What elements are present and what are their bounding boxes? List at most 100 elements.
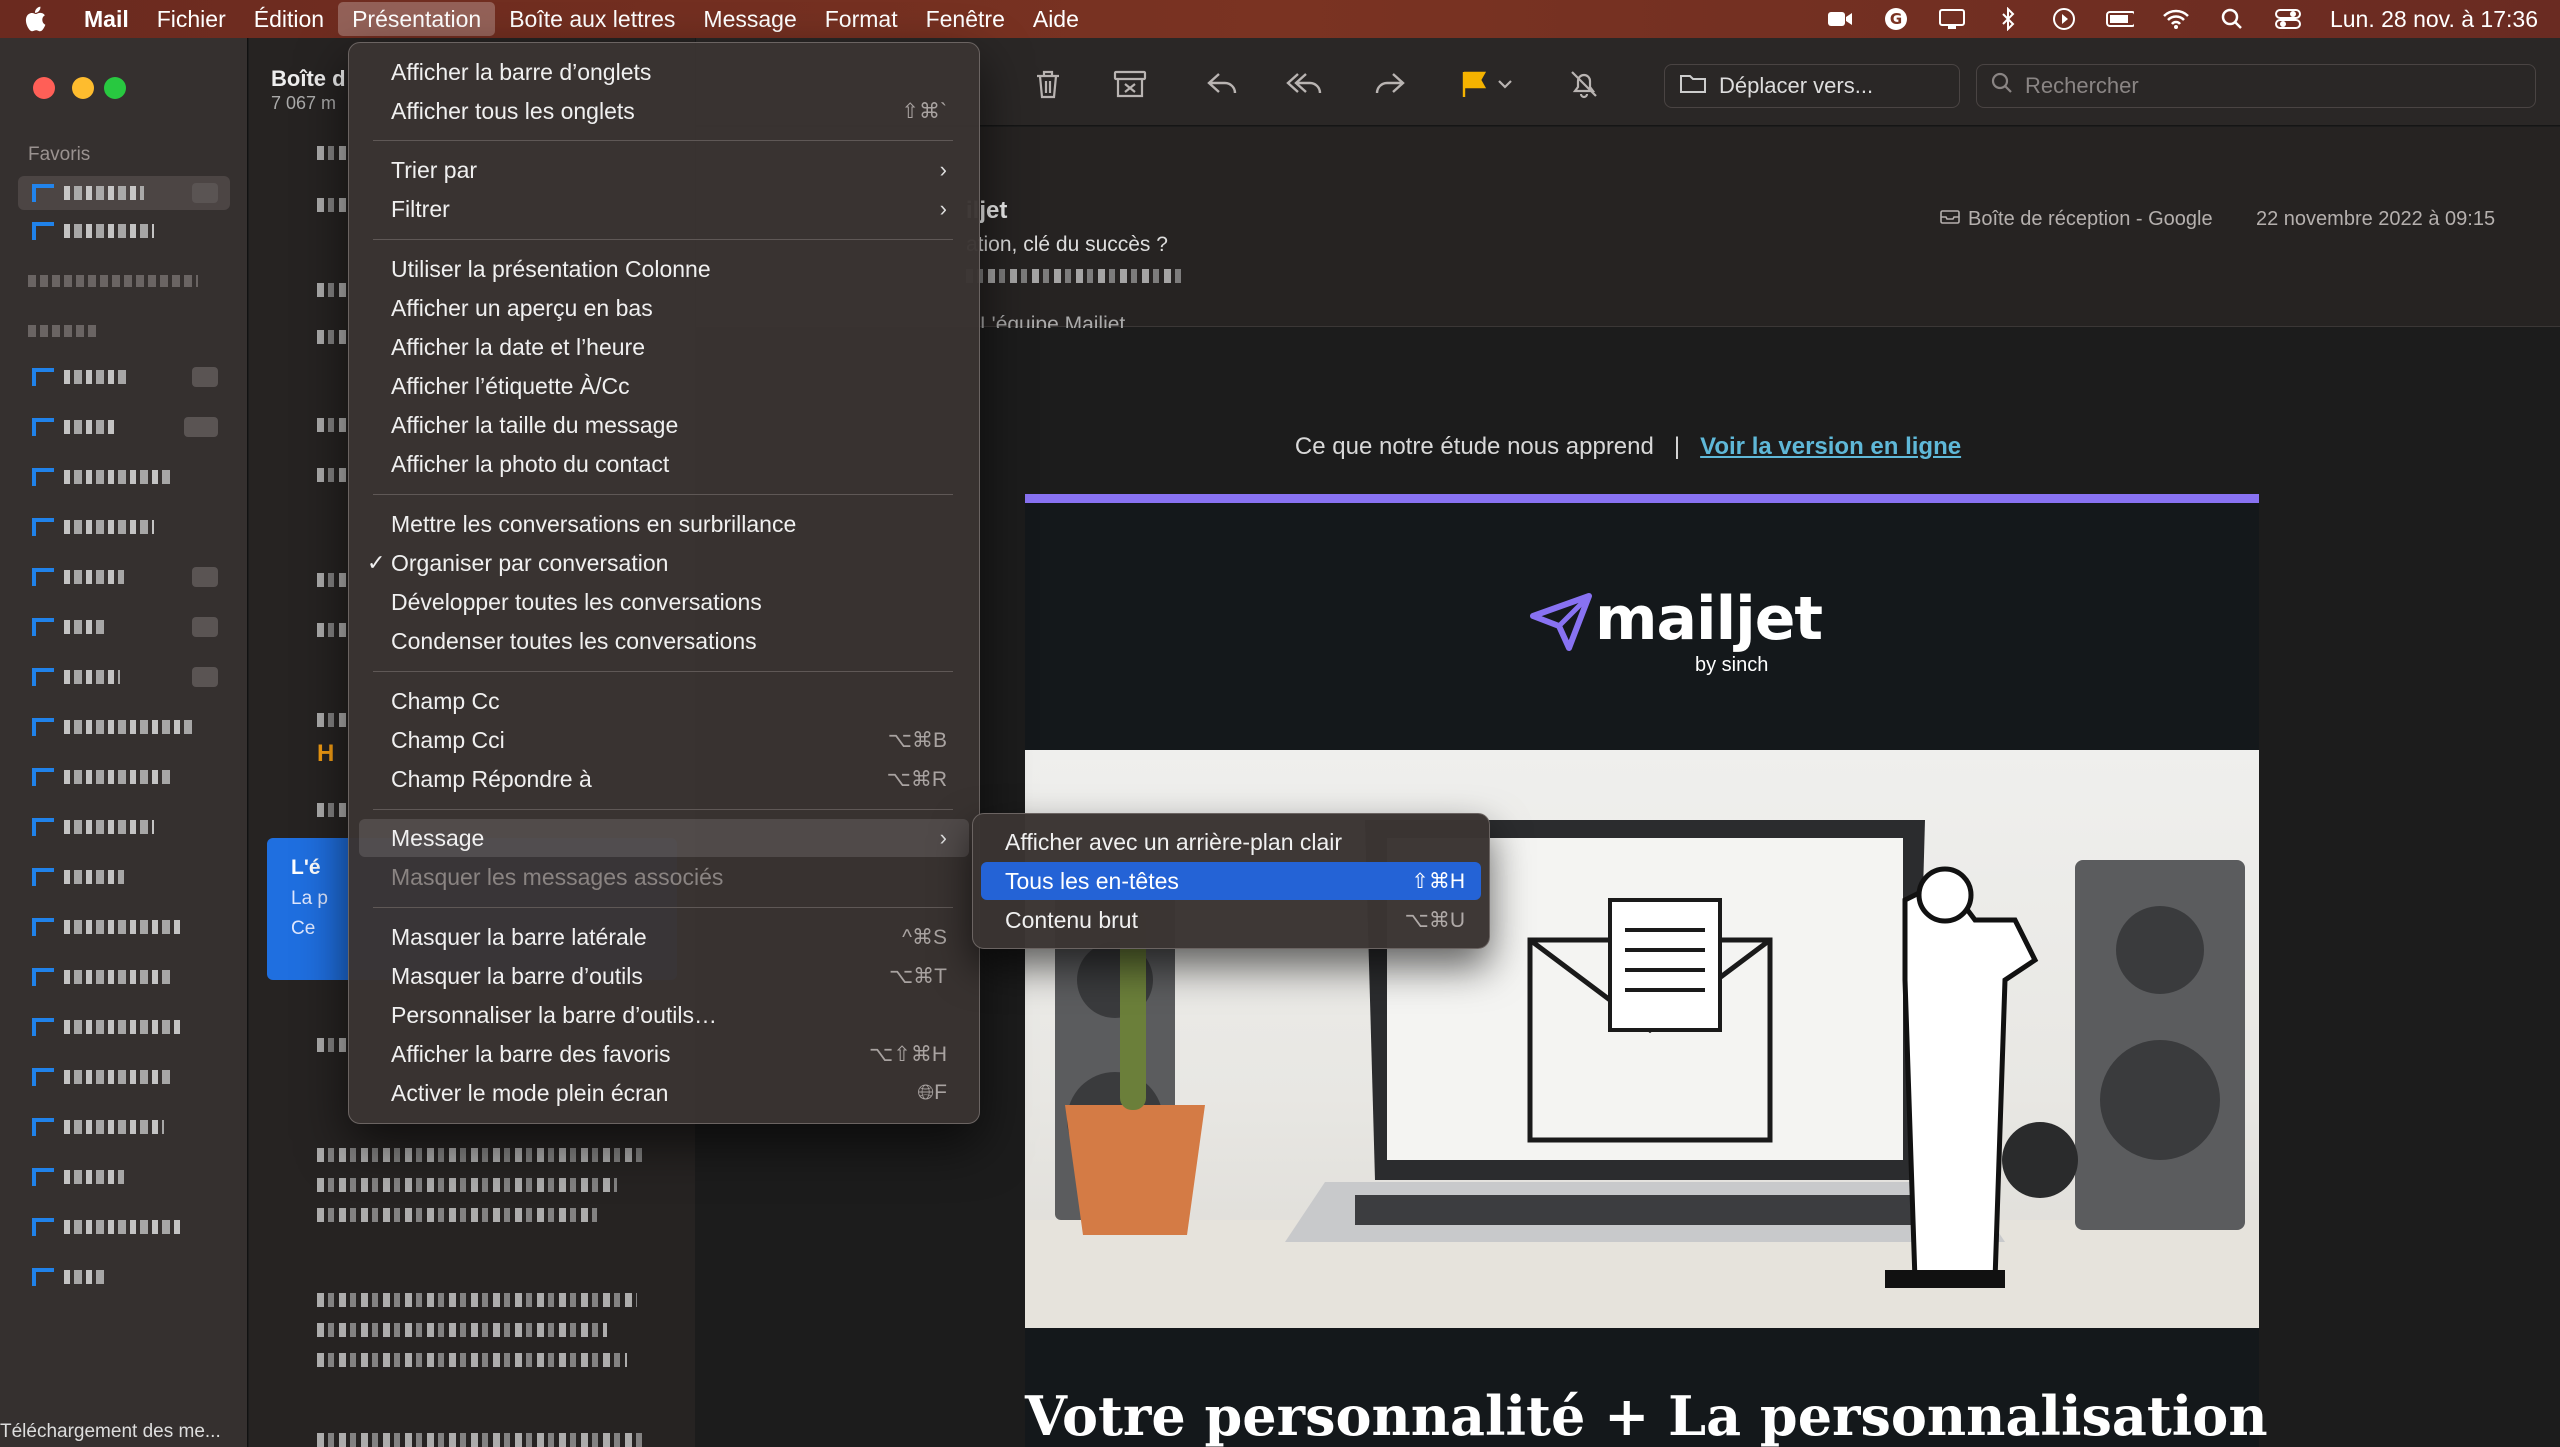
flag-menu-chevron-down-icon[interactable]	[1492, 68, 1518, 100]
menu-item-column-layout[interactable]: Utiliser la présentation Colonne	[359, 250, 969, 288]
battery-icon[interactable]	[2105, 8, 2134, 30]
sidebar-section-header[interactable]	[18, 264, 230, 298]
menu-item-hide-toolbar[interactable]: Masquer la barre d’outils ⌥⌘T	[359, 957, 969, 995]
list-item-blurred[interactable]	[317, 146, 347, 160]
menu-item-show-tab-bar[interactable]: Afficher la barre d’onglets	[359, 53, 969, 91]
play-icon[interactable]	[2050, 8, 2078, 30]
list-item-blurred[interactable]	[317, 1433, 647, 1447]
menu-item-preview-bottom[interactable]: Afficher un aperçu en bas	[359, 289, 969, 327]
sidebar-mailbox[interactable]	[18, 860, 230, 894]
wifi-icon[interactable]	[2162, 8, 2190, 30]
sidebar-mailbox[interactable]	[18, 410, 230, 444]
sidebar-mailbox[interactable]	[18, 710, 230, 744]
view-online-link[interactable]: Voir la version en ligne	[1700, 433, 1961, 460]
close-window-button[interactable]	[33, 77, 55, 99]
sidebar-mailbox[interactable]	[18, 1060, 230, 1094]
sidebar-mailbox[interactable]	[18, 660, 230, 694]
menu-message[interactable]: Message	[689, 0, 810, 38]
mute-bell-icon[interactable]	[1566, 68, 1602, 100]
list-item-blurred[interactable]	[317, 713, 347, 727]
apple-menu-icon[interactable]	[0, 6, 70, 32]
submenu-item-raw-source[interactable]: Contenu brut ⌥⌘U	[981, 901, 1481, 939]
list-item-blurred[interactable]	[317, 573, 347, 587]
minimize-window-button[interactable]	[72, 77, 94, 99]
sidebar-mailbox[interactable]	[18, 610, 230, 644]
list-item-blurred[interactable]	[317, 283, 347, 297]
list-item-blurred[interactable]	[317, 1323, 607, 1337]
menu-item-organize-by-conversation[interactable]: ✓ Organiser par conversation	[359, 544, 969, 582]
menu-item-customize-toolbar[interactable]: Personnaliser la barre d’outils…	[359, 996, 969, 1034]
spotlight-search-icon[interactable]	[2218, 8, 2246, 30]
list-item-blurred[interactable]	[317, 330, 347, 344]
sidebar-mailbox[interactable]	[18, 1110, 230, 1144]
menu-item-show-message-size[interactable]: Afficher la taille du message	[359, 406, 969, 444]
mailjet-logo[interactable]: mailjet by sinch	[1515, 584, 1823, 684]
sidebar-mailbox[interactable]	[18, 560, 230, 594]
list-item-blurred[interactable]	[317, 803, 347, 817]
menu-item-sort-by[interactable]: Trier par ›	[359, 151, 969, 189]
menu-item-enter-full-screen[interactable]: Activer le mode plein écran 🌐︎F	[359, 1074, 969, 1112]
sidebar-mailbox[interactable]	[18, 1010, 230, 1044]
control-center-icon[interactable]	[2274, 8, 2302, 30]
menu-fenetre[interactable]: Fenêtre	[912, 0, 1019, 38]
menu-item-collapse-conversations[interactable]: Condenser toutes les conversations	[359, 622, 969, 660]
bluetooth-icon[interactable]	[1994, 7, 2022, 31]
menu-edition[interactable]: Édition	[240, 0, 338, 38]
menu-item-show-contact-photo[interactable]: Afficher la photo du contact	[359, 445, 969, 483]
list-item-blurred[interactable]	[317, 1038, 347, 1052]
sidebar-mailbox[interactable]	[18, 1210, 230, 1244]
reply-icon[interactable]	[1204, 68, 1240, 100]
message-mailbox[interactable]: Boîte de réception - Google	[1940, 208, 2213, 231]
menu-item-message[interactable]: Message ›	[359, 819, 969, 857]
menu-mail[interactable]: Mail	[70, 0, 143, 38]
search-field[interactable]: Rechercher	[1976, 64, 2536, 108]
submenu-item-all-headers[interactable]: Tous les en-têtes ⇧⌘H	[981, 862, 1481, 900]
menu-item-highlight-conversations[interactable]: Mettre les conversations en surbrillance	[359, 505, 969, 543]
menu-item-show-to-cc-label[interactable]: Afficher l’étiquette À/Cc	[359, 367, 969, 405]
list-item-blurred[interactable]	[317, 1208, 597, 1222]
zoom-window-button[interactable]	[104, 77, 126, 99]
forward-icon[interactable]	[1372, 68, 1408, 100]
flag-icon[interactable]	[1456, 68, 1492, 100]
sidebar-mailbox[interactable]	[18, 460, 230, 494]
sidebar-mailbox[interactable]	[18, 810, 230, 844]
trash-icon[interactable]	[1030, 68, 1066, 100]
menu-item-show-all-tabs[interactable]: Afficher tous les onglets ⇧⌘`	[359, 92, 969, 130]
sidebar-section-header[interactable]	[18, 314, 230, 348]
list-item-blurred[interactable]	[317, 418, 347, 432]
sidebar-mailbox[interactable]	[18, 214, 230, 248]
menu-item-bcc-field[interactable]: Champ Cci ⌥⌘B	[359, 721, 969, 759]
menu-item-reply-to-field[interactable]: Champ Répondre à ⌥⌘R	[359, 760, 969, 798]
list-item-blurred[interactable]	[317, 1178, 617, 1192]
list-item-blurred[interactable]	[317, 1293, 637, 1307]
reply-all-icon[interactable]	[1286, 68, 1322, 100]
sidebar-mailbox[interactable]	[18, 1160, 230, 1194]
menu-boite-aux-lettres[interactable]: Boîte aux lettres	[495, 0, 689, 38]
menu-format[interactable]: Format	[811, 0, 912, 38]
menu-fichier[interactable]: Fichier	[143, 0, 240, 38]
archive-junk-icon[interactable]	[1112, 68, 1148, 100]
list-item-blurred[interactable]	[317, 623, 347, 637]
move-to-button[interactable]: Déplacer vers...	[1664, 64, 1960, 108]
menu-item-expand-conversations[interactable]: Développer toutes les conversations	[359, 583, 969, 621]
menu-item-show-favorites-bar[interactable]: Afficher la barre des favoris ⌥⇧⌘H	[359, 1035, 969, 1073]
sidebar-mailbox[interactable]	[18, 760, 230, 794]
menu-item-cc-field[interactable]: Champ Cc	[359, 682, 969, 720]
sidebar-mailbox[interactable]	[18, 360, 230, 394]
sidebar-mailbox[interactable]	[18, 910, 230, 944]
menu-aide[interactable]: Aide	[1019, 0, 1093, 38]
list-item-blurred[interactable]	[317, 1148, 647, 1162]
sidebar-mailbox[interactable]	[18, 960, 230, 994]
camera-icon[interactable]	[1826, 8, 1854, 30]
menu-item-show-date-time[interactable]: Afficher la date et l’heure	[359, 328, 969, 366]
sidebar-mailbox[interactable]	[18, 1260, 230, 1294]
menu-item-filter[interactable]: Filtrer ›	[359, 190, 969, 228]
menu-presentation[interactable]: Présentation	[338, 2, 496, 36]
menu-item-hide-sidebar[interactable]: Masquer la barre latérale ^⌘S	[359, 918, 969, 956]
list-item-blurred[interactable]	[317, 468, 347, 482]
submenu-item-light-background[interactable]: Afficher avec un arrière-plan clair	[981, 823, 1481, 861]
sidebar-mailbox[interactable]	[18, 510, 230, 544]
list-item-blurred[interactable]	[317, 198, 347, 212]
list-item-blurred[interactable]	[317, 1353, 627, 1367]
menubar-clock[interactable]: Lun. 28 nov. à 17:36	[2330, 6, 2538, 33]
